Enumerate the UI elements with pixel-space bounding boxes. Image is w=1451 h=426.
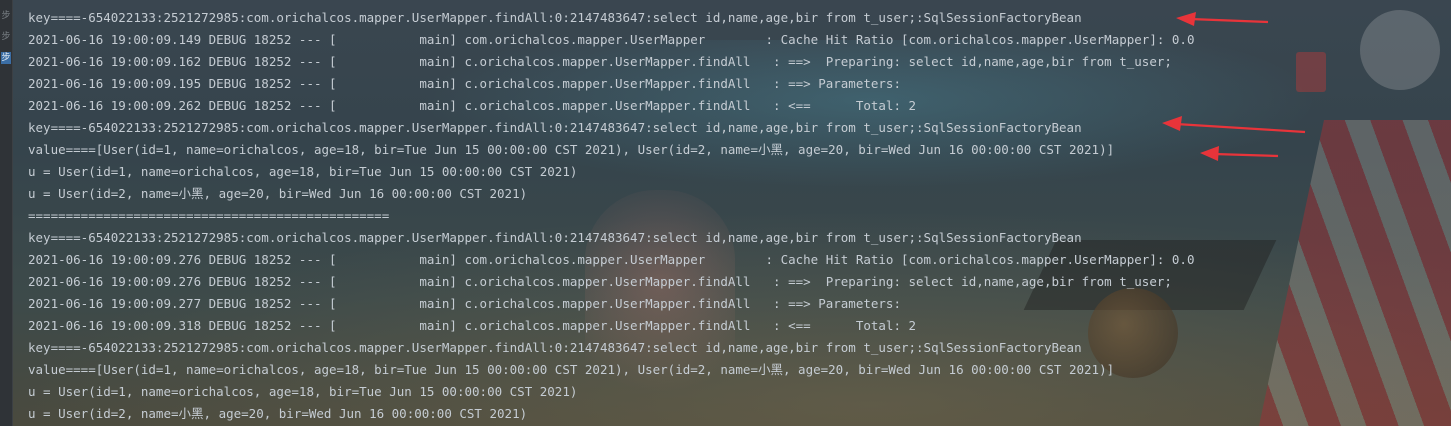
separator-line: ========================================…	[28, 208, 390, 223]
log-line: key====-654022133:2521272985:com.orichal…	[28, 120, 1082, 135]
console-output[interactable]: key====-654022133:2521272985:com.orichal…	[28, 7, 1451, 425]
log-line: u = User(id=1, name=orichalcos, age=18, …	[28, 164, 578, 179]
log-line: 2021-06-16 19:00:09.276 DEBUG 18252 --- …	[28, 252, 1195, 267]
log-line: 2021-06-16 19:00:09.162 DEBUG 18252 --- …	[28, 54, 1172, 69]
log-line: 2021-06-16 19:00:09.149 DEBUG 18252 --- …	[28, 32, 1195, 47]
console-gutter: 步 步 步	[0, 0, 13, 426]
log-line: 2021-06-16 19:00:09.276 DEBUG 18252 --- …	[28, 274, 1172, 289]
log-line: u = User(id=1, name=orichalcos, age=18, …	[28, 384, 578, 399]
log-line: key====-654022133:2521272985:com.orichal…	[28, 230, 1082, 245]
log-line: key====-654022133:2521272985:com.orichal…	[28, 10, 1082, 25]
step-icon[interactable]: 步	[1, 31, 11, 43]
log-line: key====-654022133:2521272985:com.orichal…	[28, 340, 1082, 355]
log-line: value====[User(id=1, name=orichalcos, ag…	[28, 142, 1115, 157]
log-line: 2021-06-16 19:00:09.262 DEBUG 18252 --- …	[28, 98, 917, 113]
log-line: 2021-06-16 19:00:09.318 DEBUG 18252 --- …	[28, 318, 917, 333]
log-line: 2021-06-16 19:00:09.277 DEBUG 18252 --- …	[28, 296, 909, 311]
log-line: 2021-06-16 19:00:09.195 DEBUG 18252 --- …	[28, 76, 909, 91]
log-line: u = User(id=2, name=小黑, age=20, bir=Wed …	[28, 186, 528, 201]
log-line: value====[User(id=1, name=orichalcos, ag…	[28, 362, 1115, 377]
step-icon[interactable]: 步	[1, 10, 11, 22]
step-active-icon[interactable]: 步	[1, 52, 11, 64]
log-line: u = User(id=2, name=小黑, age=20, bir=Wed …	[28, 406, 528, 421]
